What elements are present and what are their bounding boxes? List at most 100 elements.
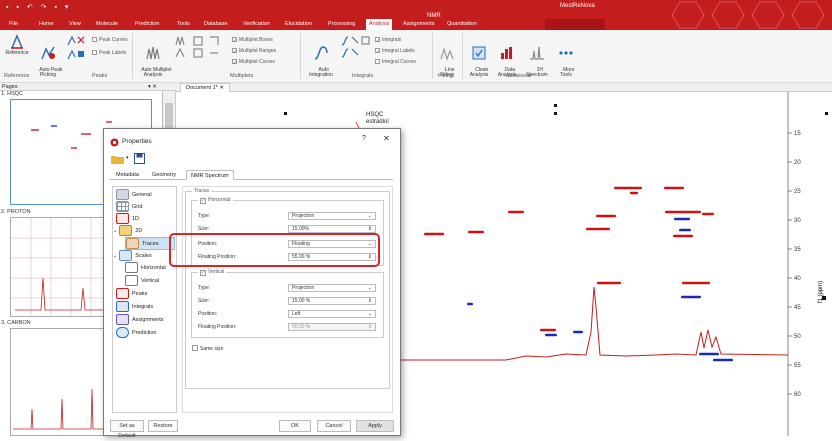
group-multiplets-label: Multiplets — [230, 73, 254, 79]
vertical-checkbox[interactable]: ✓ Vertical — [198, 269, 227, 276]
traces-icon — [126, 238, 139, 249]
auto-multiplet-button[interactable]: Auto Multiplet Analysis — [136, 34, 172, 84]
horizontal-checkbox[interactable]: ✓ Horizontal — [198, 197, 233, 204]
cross-peak — [682, 281, 710, 285]
tree-item-1d[interactable]: 1D — [116, 213, 139, 224]
v-position-select[interactable]: Left ⌄ — [288, 310, 376, 318]
page-label-carbon: 3. CARBON — [1, 320, 31, 326]
integration-icon — [314, 46, 328, 60]
tab-file[interactable]: File — [6, 19, 21, 30]
cross-peak — [573, 330, 583, 334]
h-size-label: Size: — [198, 226, 210, 232]
v-floating-spinner[interactable]: 50.00 % ⇕ — [288, 323, 376, 331]
h-type-select[interactable]: Projection ⌄ — [288, 212, 376, 220]
tab-view[interactable]: View — [66, 19, 84, 30]
tree-item-peaks[interactable]: Peaks — [116, 288, 147, 299]
integral-labels-check[interactable]: ✓ Integral Labels — [375, 48, 415, 55]
pages-panel-controls[interactable]: ▾ ✕ — [148, 83, 157, 91]
cross-peak — [674, 217, 690, 221]
tree-item-assignments[interactable]: Assignments — [116, 314, 164, 325]
selection-handle[interactable] — [554, 112, 557, 115]
set-default-button[interactable]: Set as Default — [110, 420, 144, 439]
selection-handle[interactable] — [284, 112, 287, 115]
prediction-icon — [116, 327, 129, 338]
auto-peak-picking-button[interactable]: Auto Peak Picking — [34, 34, 62, 84]
folder-dropdown-icon[interactable]: ▾ — [126, 155, 129, 161]
ribbon-separator — [300, 33, 301, 79]
h-size-spinner[interactable]: 15.00% ⇕ — [288, 225, 376, 233]
tab-document-1[interactable]: Document 1* ✕ — [180, 83, 230, 92]
settings-tree: General Grid 1D ⌄ 2D Traces ⌄ Scales Horiz… — [112, 186, 177, 413]
tree-item-scales[interactable]: ⌄ Scales — [113, 250, 152, 261]
folder-icon[interactable] — [111, 154, 125, 164]
cancel-button[interactable]: Cancel — [317, 420, 351, 432]
quick-access-toolbar[interactable]: ▪ ▪ ↶ ↷ ▪ ▾ — [6, 3, 71, 11]
tab-nmr-spectrum[interactable]: NMR Spectrum — [186, 170, 234, 180]
group-advanced-label: Advanced — [506, 73, 531, 79]
ok-button[interactable]: OK — [279, 420, 311, 432]
chevron-down-icon[interactable]: ⌄ — [113, 253, 117, 259]
multiplet-ranges-check[interactable]: ✓ Multiplet Ranges — [232, 48, 276, 55]
tree-item-horizontal[interactable]: Horizontal — [125, 262, 166, 273]
peaks-icon — [116, 288, 129, 299]
tree-item-prediction[interactable]: Prediction — [116, 327, 156, 338]
tab-database[interactable]: Database — [201, 19, 231, 30]
close-button[interactable]: ✕ — [383, 134, 390, 143]
integral-tools-icon[interactable] — [340, 35, 372, 69]
reference-button[interactable]: Reference — [4, 34, 30, 57]
cross-peak — [681, 295, 701, 299]
more-tools-button[interactable]: More Tools — [554, 34, 578, 84]
tab-verification[interactable]: Verification — [240, 19, 273, 30]
clean-analysis-button[interactable]: Clean Analysis — [466, 34, 492, 84]
multiplet-curves-check[interactable]: ✓ Multiplet Curves — [232, 59, 275, 66]
tab-prediction[interactable]: Prediction — [132, 19, 162, 30]
auto-integration-button[interactable]: Auto Integration — [304, 34, 338, 84]
integral-curves-check[interactable]: Integral Curves — [375, 59, 416, 65]
tree-item-integrals[interactable]: Integrals — [116, 301, 153, 312]
tab-elucidation[interactable]: Elucidation — [282, 19, 315, 30]
multiplet-tools-icon[interactable] — [174, 35, 226, 69]
v-size-spinner[interactable]: 15.00 % ⇕ — [288, 297, 376, 305]
1d-icon — [116, 213, 129, 224]
y-axis-ticks: 15 20 25 30 35 40 45 50 55 60 — [788, 131, 801, 398]
selection-handle[interactable] — [554, 104, 557, 107]
peak-tools-icon[interactable] — [66, 35, 88, 63]
cross-peak — [467, 302, 473, 306]
spectrum-icon — [530, 46, 544, 60]
multiplet-boxes-check[interactable]: ✓ Multiplet Boxes — [232, 37, 273, 44]
scales-icon — [119, 250, 133, 261]
tree-item-vertical[interactable]: Vertical — [125, 275, 159, 286]
tab-analysis[interactable]: Analysis — [366, 19, 393, 30]
v-type-select[interactable]: Projection ⌄ — [288, 284, 376, 292]
cross-peak — [664, 186, 684, 190]
chevron-down-icon[interactable]: ⌄ — [113, 228, 117, 234]
y-tick-label: 55 — [794, 363, 801, 369]
tab-quantitation[interactable]: Quantitation — [444, 19, 480, 30]
tab-assignments[interactable]: Assignments — [400, 19, 438, 30]
tab-metadata[interactable]: Metadata — [112, 170, 143, 180]
help-button[interactable]: ? — [362, 135, 366, 142]
tab-molecule[interactable]: Molecule — [93, 19, 121, 30]
peak-curves-check[interactable]: Peak Curves — [92, 37, 128, 43]
data-analysis-icon — [501, 47, 512, 59]
integrals-check[interactable]: ✓ Integrals — [375, 37, 401, 44]
peak-labels-check[interactable]: Peak Labels — [92, 50, 127, 56]
restore-button[interactable]: Restore — [148, 420, 178, 432]
tree-item-traces[interactable]: Traces — [125, 237, 175, 250]
document-tab-bar: Document 1* ✕ — [176, 83, 832, 92]
apply-button[interactable]: Apply — [356, 420, 394, 432]
tab-tools[interactable]: Tools — [174, 19, 193, 30]
tree-item-2d[interactable]: ⌄ 2D — [113, 225, 142, 236]
same-size-checkbox[interactable]: Same size — [192, 345, 223, 352]
save-icon[interactable] — [134, 153, 145, 164]
tab-geometry[interactable]: Geometry — [148, 170, 180, 180]
group-fitting-label: Fitting — [438, 73, 453, 79]
tree-item-grid[interactable]: Grid — [116, 201, 142, 212]
h-type-label: Type: — [198, 213, 211, 219]
tree-item-general[interactable]: General — [116, 189, 152, 200]
group-integrals-label: Integrals — [352, 73, 374, 79]
tab-home[interactable]: Home — [36, 19, 57, 30]
axis-handle[interactable] — [822, 296, 826, 300]
selection-handle[interactable] — [825, 112, 828, 115]
tab-processing[interactable]: Processing — [325, 19, 358, 30]
